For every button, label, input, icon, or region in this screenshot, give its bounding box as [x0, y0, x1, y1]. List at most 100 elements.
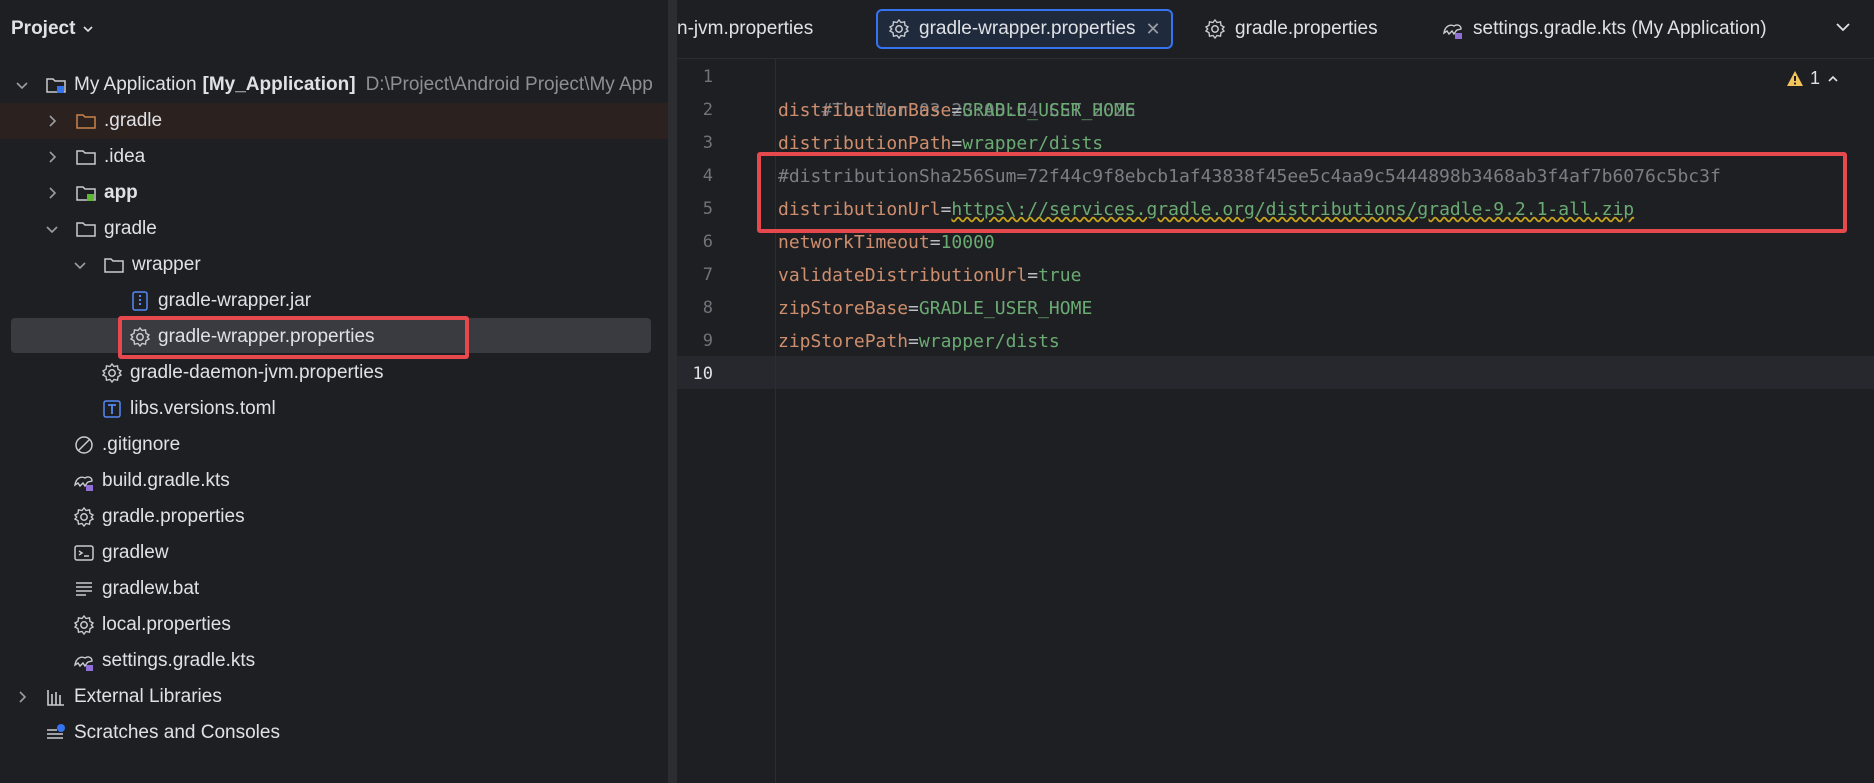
tree-item-label: wrapper: [132, 254, 201, 275]
tree-item-gradle-properties[interactable]: gradle.properties: [0, 499, 668, 535]
chevron-down-icon[interactable]: [72, 257, 88, 273]
tree-item-idea[interactable]: .idea: [0, 139, 668, 175]
tree-item-label: .gitignore: [102, 434, 181, 455]
gear-icon: [72, 505, 96, 529]
close-icon[interactable]: ✕: [1146, 19, 1161, 40]
tree-item-gradle-wrapper-jar[interactable]: gradle-wrapper.jar: [0, 283, 668, 319]
line-number: 7: [702, 265, 713, 285]
equals-sign: =: [908, 331, 919, 352]
folder-icon: [74, 217, 98, 241]
project-tool-window: Project My Application [My_Application] …: [0, 0, 668, 783]
property-key: distributionBase: [778, 100, 952, 121]
tree-item-label: gradle.properties: [102, 506, 245, 527]
tree-item-label: .idea: [104, 146, 146, 167]
code-line[interactable]: #Tue Mar 03 23:08:04 CST 2026: [778, 61, 1135, 121]
tab-label: settings.gradle.kts (My Application): [1473, 18, 1767, 39]
root-name: My Application: [74, 74, 197, 95]
terminal-icon: [72, 541, 96, 565]
root-path: D:\Project\Android Project\My App: [365, 74, 653, 95]
tree-item-gradle[interactable]: gradle: [0, 211, 668, 247]
tree-item-external-libraries[interactable]: External Libraries: [0, 679, 668, 715]
editor-tab-bar: n-jvm.properties gradle-wrapper.properti…: [677, 0, 1874, 59]
inspection-widget[interactable]: 1: [1786, 68, 1840, 89]
tree-item-scratches-and-consoles[interactable]: Scratches and Consoles: [0, 715, 668, 751]
chevron-right-icon[interactable]: [44, 185, 60, 201]
warning-icon: [1786, 70, 1803, 86]
root-module: [My_Application]: [202, 74, 356, 95]
tab-gradle-wrapper-properties[interactable]: gradle-wrapper.properties ✕: [876, 9, 1173, 49]
property-value: wrapper/dists: [918, 331, 1060, 352]
gradle-kotlin-icon: [72, 469, 96, 493]
ignore-file-icon: [72, 433, 96, 457]
line-number: 8: [702, 298, 713, 318]
tree-item-gitignore[interactable]: .gitignore: [0, 427, 668, 463]
editor-scrollbar[interactable]: [1864, 58, 1874, 783]
chevron-right-icon[interactable]: [14, 689, 30, 705]
tree-item-gradlew-bat[interactable]: gradlew.bat: [0, 571, 668, 607]
tree-item-label: gradle-wrapper.jar: [158, 290, 312, 311]
toml-file-icon: [100, 397, 124, 421]
excluded-folder-icon: [74, 109, 98, 133]
tree-item-label: local.properties: [102, 614, 231, 635]
tree-item-dot-gradle[interactable]: .gradle: [0, 103, 668, 139]
line-number: 9: [702, 331, 713, 351]
android-module-folder-icon: [74, 181, 98, 205]
archive-file-icon: [128, 289, 152, 313]
line-number: 2: [702, 100, 713, 120]
code-line[interactable]: distributionBase=GRADLE_USER_HOME: [778, 94, 1136, 127]
tree-item-root[interactable]: My Application [My_Application] D:\Proje…: [0, 67, 668, 103]
property-key: zipStorePath: [778, 331, 909, 352]
tab-label: gradle-wrapper.properties: [919, 18, 1136, 39]
warning-count: 1: [1809, 68, 1820, 88]
property-value: wrapper/dists: [962, 133, 1104, 154]
tree-item-gradlew[interactable]: gradlew: [0, 535, 668, 571]
tab-gradle-properties[interactable]: gradle.properties: [1204, 9, 1378, 49]
tree-item-build-gradle-kts[interactable]: build.gradle.kts: [0, 463, 668, 499]
current-line-highlight: [677, 356, 1874, 389]
tree-item-settings-gradle-kts[interactable]: settings.gradle.kts: [0, 643, 668, 679]
tree-item-label: External Libraries: [74, 686, 222, 707]
gear-icon: [888, 18, 910, 40]
tree-item-label: gradle: [104, 218, 157, 239]
tab-settings-gradle-kts[interactable]: settings.gradle.kts (My Application): [1442, 9, 1767, 49]
editor-area: n-jvm.properties gradle-wrapper.properti…: [677, 0, 1874, 783]
code-line[interactable]: validateDistributionUrl=true: [778, 259, 1081, 292]
annotation-highlight-box: [757, 152, 1847, 233]
gear-icon: [72, 613, 96, 637]
tree-item-label: gradle-daemon-jvm.properties: [130, 362, 384, 383]
project-view-selector[interactable]: Project: [11, 14, 95, 44]
equals-sign: =: [951, 100, 963, 121]
chevron-down-icon[interactable]: [1832, 16, 1854, 38]
scratches-icon: [44, 721, 68, 745]
folder-icon: [102, 253, 126, 277]
tab-gradle-daemon-jvm-properties[interactable]: n-jvm.properties: [677, 9, 813, 49]
line-number: 10: [692, 364, 713, 384]
chevron-down-icon[interactable]: [14, 77, 30, 93]
chevron-down-icon[interactable]: [44, 221, 60, 237]
tree-item-wrapper[interactable]: wrapper: [0, 247, 668, 283]
chevron-up-icon[interactable]: [1826, 72, 1840, 86]
tree-item-gradle-daemon-jvm-properties[interactable]: gradle-daemon-jvm.properties: [0, 355, 668, 391]
panel-splitter[interactable]: [668, 0, 677, 783]
chevron-right-icon[interactable]: [44, 113, 60, 129]
tree-item-app[interactable]: app: [0, 175, 668, 211]
tree-item-local-properties[interactable]: local.properties: [0, 607, 668, 643]
gradle-kotlin-icon: [72, 649, 96, 673]
property-key: networkTimeout: [778, 232, 930, 253]
chevron-down-icon: [83, 26, 93, 33]
code-line[interactable]: zipStorePath=wrapper/dists: [778, 325, 1060, 358]
tree-item-label: .gradle: [104, 110, 163, 131]
property-value: GRADLE_USER_HOME: [962, 100, 1136, 121]
tree-item-label: app: [104, 182, 138, 203]
project-panel-title: Project: [11, 18, 76, 39]
line-number: 6: [702, 232, 713, 252]
code-line[interactable]: zipStoreBase=GRADLE_USER_HOME: [778, 292, 1092, 325]
tree-item-libs-versions-toml[interactable]: libs.versions.toml: [0, 391, 668, 427]
chevron-right-icon[interactable]: [44, 149, 60, 165]
gradle-kotlin-icon: [1442, 18, 1464, 40]
tree-item-label: Scratches and Consoles: [74, 722, 280, 743]
gear-icon: [100, 361, 124, 385]
property-value: true: [1038, 265, 1082, 286]
gear-icon: [1204, 18, 1226, 40]
tab-label: n-jvm.properties: [677, 18, 814, 39]
